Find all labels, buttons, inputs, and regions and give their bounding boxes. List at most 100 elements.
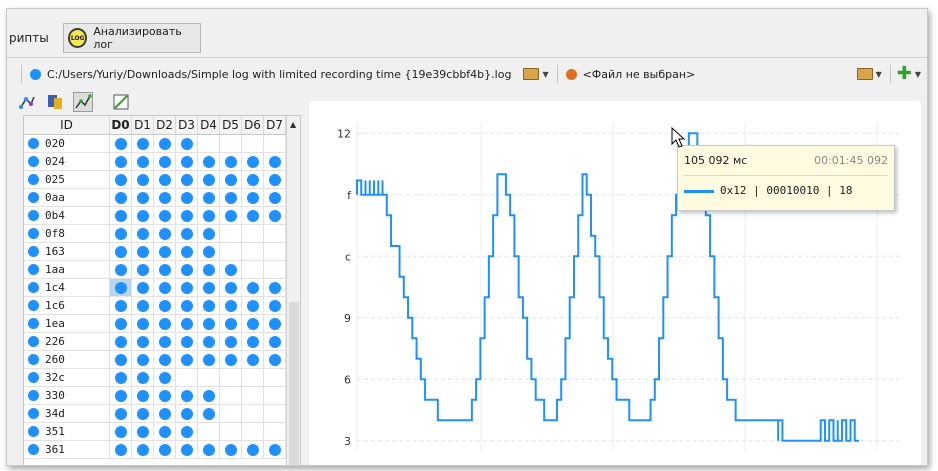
bit-cell-d4[interactable] bbox=[198, 405, 220, 422]
bit-cell-d2[interactable] bbox=[154, 333, 176, 350]
bit-cell-d7[interactable] bbox=[264, 153, 286, 170]
table-row[interactable]: 260 bbox=[24, 351, 286, 369]
bit-cell-d4[interactable] bbox=[198, 243, 220, 260]
table-row[interactable]: 025 bbox=[24, 171, 286, 189]
bit-cell-d4[interactable] bbox=[198, 207, 220, 224]
bit-cell-d6[interactable] bbox=[242, 243, 264, 260]
bit-cell-d4[interactable] bbox=[198, 225, 220, 242]
bit-cell-d2[interactable] bbox=[154, 405, 176, 422]
bit-cell-d4[interactable] bbox=[198, 369, 220, 386]
column-header-d7[interactable]: D7 bbox=[264, 116, 286, 134]
column-header-d5[interactable]: D5 bbox=[220, 116, 242, 134]
bit-cell-d3[interactable] bbox=[176, 171, 198, 188]
bit-cell-d2[interactable] bbox=[154, 243, 176, 260]
bit-cell-d1[interactable] bbox=[132, 225, 154, 242]
dropdown-arrow-icon-right[interactable]: ▼ bbox=[876, 70, 882, 79]
bit-cell-d3[interactable] bbox=[176, 225, 198, 242]
column-header-d4[interactable]: D4 bbox=[198, 116, 220, 134]
bit-cell-d4[interactable] bbox=[198, 315, 220, 332]
bit-cell-d3[interactable] bbox=[176, 387, 198, 404]
table-row[interactable]: 1c6 bbox=[24, 297, 286, 315]
bit-cell-d6[interactable] bbox=[242, 333, 264, 350]
bit-cell-d5[interactable] bbox=[220, 351, 242, 368]
bit-cell-d6[interactable] bbox=[242, 405, 264, 422]
bit-cell-d2[interactable] bbox=[154, 171, 176, 188]
bit-cell-d7[interactable] bbox=[264, 387, 286, 404]
table-row[interactable]: 351 bbox=[24, 423, 286, 441]
bit-cell-d2[interactable] bbox=[154, 189, 176, 206]
scripts-tab-label[interactable]: рипты bbox=[9, 31, 49, 45]
bit-cell-d1[interactable] bbox=[132, 135, 154, 152]
bit-cell-d1[interactable] bbox=[132, 207, 154, 224]
bit-cell-d1[interactable] bbox=[132, 297, 154, 314]
bit-cell-d5[interactable] bbox=[220, 297, 242, 314]
bit-cell-d0[interactable] bbox=[110, 351, 132, 368]
bit-cell-d6[interactable] bbox=[242, 315, 264, 332]
bit-cell-d0[interactable] bbox=[110, 279, 132, 296]
bit-cell-d0[interactable] bbox=[110, 135, 132, 152]
bit-cell-d4[interactable] bbox=[198, 441, 220, 458]
bit-cell-d5[interactable] bbox=[220, 387, 242, 404]
table-row[interactable]: 361 bbox=[24, 441, 286, 459]
bit-cell-d4[interactable] bbox=[198, 189, 220, 206]
bit-cell-d0[interactable] bbox=[110, 369, 132, 386]
bit-cell-d5[interactable] bbox=[220, 207, 242, 224]
table-row[interactable]: 1aa bbox=[24, 261, 286, 279]
bit-cell-d1[interactable] bbox=[132, 441, 154, 458]
bit-cell-d1[interactable] bbox=[132, 423, 154, 440]
bit-cell-d5[interactable] bbox=[220, 189, 242, 206]
bit-cell-d2[interactable] bbox=[154, 423, 176, 440]
table-row[interactable]: 0b4 bbox=[24, 207, 286, 225]
bit-cell-d7[interactable] bbox=[264, 333, 286, 350]
bit-cell-d1[interactable] bbox=[132, 315, 154, 332]
bit-cell-d5[interactable] bbox=[220, 243, 242, 260]
bit-cell-d4[interactable] bbox=[198, 261, 220, 278]
add-dropdown-arrow-icon[interactable]: ▼ bbox=[915, 70, 921, 79]
bit-cell-d6[interactable] bbox=[242, 225, 264, 242]
bit-cell-d0[interactable] bbox=[110, 333, 132, 350]
bit-cell-d7[interactable] bbox=[264, 207, 286, 224]
column-header-d6[interactable]: D6 bbox=[242, 116, 264, 134]
add-icon[interactable]: ✚ bbox=[897, 65, 912, 83]
bit-cell-d0[interactable] bbox=[110, 171, 132, 188]
scroll-up-icon[interactable]: ▲ bbox=[290, 120, 296, 129]
bit-cell-d3[interactable] bbox=[176, 351, 198, 368]
bit-cell-d3[interactable] bbox=[176, 405, 198, 422]
bit-cell-d7[interactable] bbox=[264, 171, 286, 188]
bit-cell-d5[interactable] bbox=[220, 333, 242, 350]
bit-cell-d7[interactable] bbox=[264, 315, 286, 332]
chart-settings-icon[interactable] bbox=[111, 92, 131, 112]
bit-cell-d0[interactable] bbox=[110, 297, 132, 314]
bit-cell-d4[interactable] bbox=[198, 333, 220, 350]
bit-cell-d6[interactable] bbox=[242, 171, 264, 188]
bit-cell-d0[interactable] bbox=[110, 441, 132, 458]
bit-cell-d3[interactable] bbox=[176, 441, 198, 458]
bit-cell-d3[interactable] bbox=[176, 207, 198, 224]
bit-cell-d1[interactable] bbox=[132, 369, 154, 386]
bit-cell-d2[interactable] bbox=[154, 153, 176, 170]
bit-cell-d7[interactable] bbox=[264, 297, 286, 314]
bit-cell-d2[interactable] bbox=[154, 225, 176, 242]
bit-cell-d5[interactable] bbox=[220, 315, 242, 332]
bit-cell-d3[interactable] bbox=[176, 279, 198, 296]
table-row[interactable]: 0aa bbox=[24, 189, 286, 207]
folder-open-icon[interactable] bbox=[523, 68, 540, 80]
bit-cell-d4[interactable] bbox=[198, 153, 220, 170]
bit-cell-d4[interactable] bbox=[198, 387, 220, 404]
bit-cell-d5[interactable] bbox=[220, 225, 242, 242]
line-chart-icon[interactable] bbox=[73, 92, 93, 112]
bit-cell-d7[interactable] bbox=[264, 225, 286, 242]
bit-cell-d6[interactable] bbox=[242, 297, 264, 314]
bit-cell-d7[interactable] bbox=[264, 405, 286, 422]
table-row[interactable]: 330 bbox=[24, 387, 286, 405]
bit-cell-d0[interactable] bbox=[110, 153, 132, 170]
bit-cell-d2[interactable] bbox=[154, 297, 176, 314]
table-row[interactable]: 020 bbox=[24, 135, 286, 153]
bit-cell-d4[interactable] bbox=[198, 279, 220, 296]
table-row[interactable]: 1ea bbox=[24, 315, 286, 333]
bit-cell-d7[interactable] bbox=[264, 243, 286, 260]
bit-cell-d6[interactable] bbox=[242, 387, 264, 404]
vertical-scrollbar[interactable]: ▲ bbox=[286, 116, 300, 465]
bit-cell-d1[interactable] bbox=[132, 171, 154, 188]
bit-cell-d3[interactable] bbox=[176, 153, 198, 170]
